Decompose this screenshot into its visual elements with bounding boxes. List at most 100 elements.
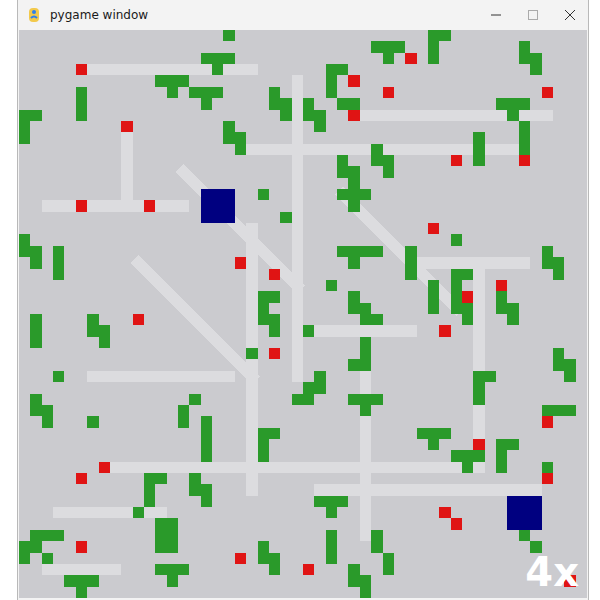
obstacle-cell bbox=[155, 530, 166, 541]
trail bbox=[246, 229, 257, 490]
obstacle-cell bbox=[87, 325, 98, 336]
obstacle bbox=[292, 371, 326, 405]
obstacle bbox=[19, 234, 42, 268]
obstacle bbox=[348, 394, 382, 417]
obstacle-cell bbox=[223, 30, 234, 41]
obstacle bbox=[371, 144, 394, 178]
trail bbox=[59, 507, 161, 518]
obstacle-cell bbox=[99, 325, 110, 336]
obstacle bbox=[303, 98, 326, 132]
obstacle bbox=[417, 428, 451, 451]
obstacle-cell bbox=[258, 541, 269, 552]
obstacle-cell bbox=[167, 518, 178, 529]
obstacle bbox=[337, 155, 360, 189]
trail bbox=[292, 81, 303, 376]
obstacle bbox=[155, 518, 178, 552]
maximize-icon bbox=[528, 10, 538, 20]
obstacle-cell bbox=[87, 416, 98, 427]
trail bbox=[121, 138, 132, 195]
obstacle-cell bbox=[246, 348, 257, 359]
obstacle-cell bbox=[269, 325, 280, 336]
obstacle-cell bbox=[428, 303, 439, 314]
obstacle bbox=[155, 564, 189, 587]
obstacle-cell bbox=[451, 269, 462, 280]
obstacle-cell bbox=[348, 359, 359, 370]
obstacle-cell bbox=[223, 121, 234, 132]
obstacle bbox=[371, 41, 405, 64]
obstacle bbox=[428, 30, 451, 64]
obstacle bbox=[542, 405, 576, 428]
obstacle-cell bbox=[42, 530, 53, 541]
obstacle bbox=[553, 348, 576, 382]
obstacle bbox=[269, 87, 292, 121]
obstacle-cell bbox=[212, 64, 223, 75]
obstacle-cell bbox=[348, 200, 359, 211]
obstacle-cell bbox=[507, 439, 518, 450]
obstacle bbox=[337, 246, 382, 269]
obstacle-cell bbox=[519, 121, 530, 132]
food bbox=[303, 564, 314, 575]
obstacle-cell bbox=[326, 553, 337, 564]
obstacle-cell bbox=[473, 132, 484, 143]
game-board: 4x bbox=[19, 30, 587, 598]
obstacle bbox=[223, 30, 234, 41]
obstacle-cell bbox=[451, 303, 462, 314]
obstacle-cell bbox=[178, 405, 189, 416]
maximize-button[interactable] bbox=[514, 0, 551, 30]
obstacle-cell bbox=[53, 257, 64, 268]
obstacle-cell bbox=[76, 587, 87, 598]
food bbox=[348, 75, 359, 86]
obstacle-cell bbox=[348, 575, 359, 586]
obstacle-cell bbox=[462, 269, 473, 280]
obstacle bbox=[189, 473, 212, 507]
obstacle-cell bbox=[462, 462, 473, 473]
obstacle-cell bbox=[178, 75, 189, 86]
obstacle-cell bbox=[542, 257, 553, 268]
obstacle-cell bbox=[428, 30, 439, 41]
obstacle bbox=[258, 541, 281, 575]
obstacle bbox=[314, 496, 348, 519]
obstacle-cell bbox=[542, 416, 553, 427]
obstacle-cell bbox=[201, 87, 212, 98]
obstacle bbox=[473, 132, 484, 166]
close-button[interactable] bbox=[551, 0, 588, 30]
obstacle-cell bbox=[428, 41, 439, 52]
board-canvas bbox=[19, 30, 587, 598]
obstacle bbox=[30, 394, 53, 428]
minimize-icon bbox=[491, 10, 501, 20]
obstacle-cell bbox=[383, 564, 394, 575]
obstacle-cell bbox=[564, 405, 575, 416]
food bbox=[133, 314, 144, 325]
food bbox=[235, 553, 246, 564]
obstacle-cell bbox=[99, 337, 110, 348]
obstacle-cell bbox=[371, 541, 382, 552]
obstacle-cell bbox=[371, 394, 382, 405]
obstacle bbox=[201, 53, 235, 76]
obstacle-cell bbox=[19, 234, 30, 245]
title-bar[interactable]: pygame window bbox=[18, 0, 588, 30]
minimize-button[interactable] bbox=[477, 0, 514, 30]
obstacle-cell bbox=[542, 462, 553, 473]
obstacle bbox=[258, 428, 281, 462]
obstacle-cell bbox=[258, 428, 269, 439]
obstacle-cell bbox=[348, 178, 359, 189]
obstacle-cell bbox=[383, 53, 394, 64]
obstacle-cell bbox=[348, 394, 359, 405]
food bbox=[76, 64, 87, 75]
obstacle-cell bbox=[428, 280, 439, 291]
obstacle bbox=[258, 291, 281, 336]
obstacle-cell bbox=[542, 246, 553, 257]
obstacle-cell bbox=[439, 30, 450, 41]
obstacle-cell bbox=[155, 564, 166, 575]
obstacle-cell bbox=[30, 314, 41, 325]
obstacle-cell bbox=[314, 496, 325, 507]
trail bbox=[184, 172, 298, 286]
pygame-snake-icon bbox=[26, 7, 42, 23]
obstacle-cell bbox=[223, 132, 234, 143]
obstacle-cell bbox=[201, 484, 212, 495]
obstacle bbox=[348, 291, 371, 325]
obstacle-cell bbox=[553, 257, 564, 268]
obstacle-cell bbox=[314, 121, 325, 132]
obstacle-cell bbox=[144, 496, 155, 507]
obstacle-cell bbox=[314, 382, 325, 393]
